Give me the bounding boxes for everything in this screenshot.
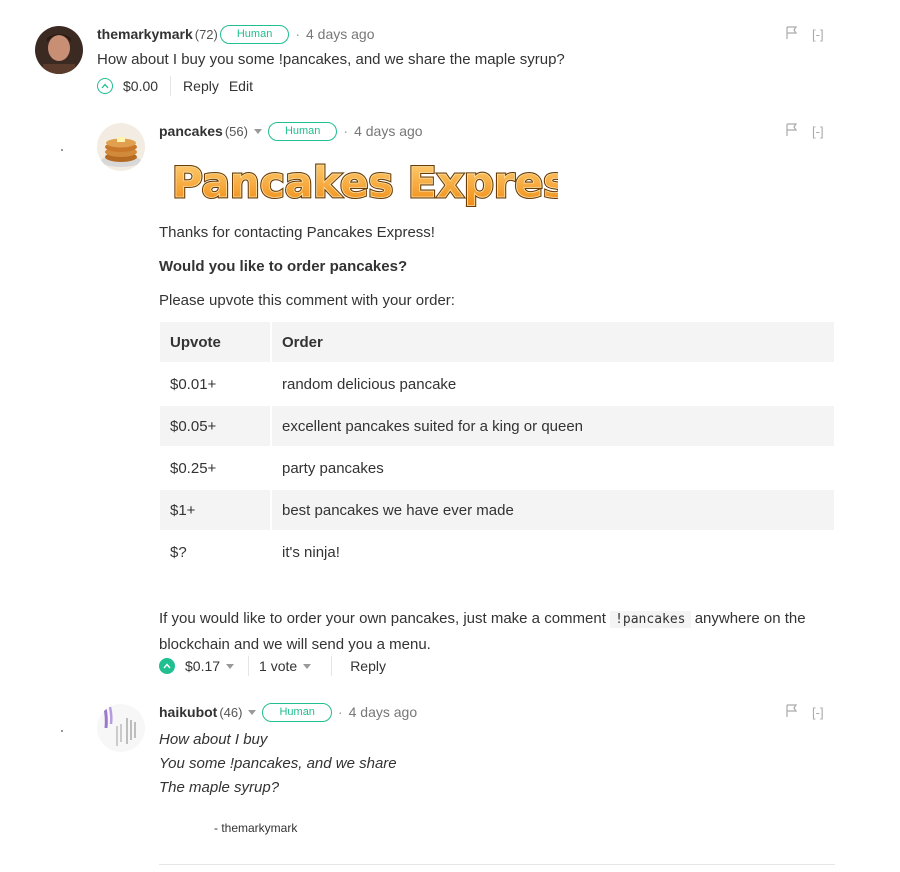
vote-count[interactable]: 1 vote — [259, 658, 297, 674]
chevron-up-icon — [163, 663, 171, 669]
author-name[interactable]: haikubot — [159, 704, 217, 720]
avatar[interactable] — [97, 123, 145, 171]
reputation: (56) — [224, 123, 248, 139]
timestamp[interactable]: 4 days ago — [354, 123, 423, 139]
question-text: Would you like to order pancakes? — [159, 258, 408, 275]
divider-line — [159, 864, 835, 865]
comment-meta: pancakes (56) Human · 4 days ago — [159, 121, 423, 141]
table-row: $1+ best pancakes we have ever made — [160, 490, 834, 530]
pancakes-express-banner: Pancakes Express Pancakes Express — [168, 153, 595, 211]
reputation: (72) — [194, 26, 218, 42]
haiku-line: You some !pancakes, and we share — [159, 755, 397, 772]
divider — [170, 76, 172, 96]
footer-text-end: anywhere on the — [694, 610, 806, 627]
comment-actions: $0.00 Reply Edit — [97, 75, 253, 97]
avatar[interactable] — [35, 26, 83, 74]
collapse-button[interactable]: [-] — [812, 27, 824, 42]
footer-text: If you would like to order your own panc… — [159, 606, 829, 657]
author-name[interactable]: themarkymark — [97, 26, 193, 42]
payout-value[interactable]: $0.00 — [123, 78, 158, 94]
table-cell: it's ninja! — [272, 532, 834, 572]
intro-text: Thanks for contacting Pancakes Express! — [159, 224, 435, 241]
reply-link[interactable]: Reply — [183, 78, 219, 94]
pancakes-command: !pancakes — [610, 611, 691, 628]
table-cell: excellent pancakes suited for a king or … — [272, 406, 834, 446]
comment-actions: $0.17 1 vote Reply — [159, 655, 386, 677]
table-row: $0.05+ excellent pancakes suited for a k… — [160, 406, 834, 446]
haiku-line: How about I buy — [159, 731, 268, 748]
prompt-text: Please upvote this comment with your ord… — [159, 292, 455, 309]
table-cell: $1+ — [160, 490, 270, 530]
comment-controls: [-] — [786, 704, 824, 721]
comment-controls: [-] — [786, 123, 824, 140]
chevron-down-icon[interactable] — [253, 128, 262, 134]
comment-meta: themarkymark (72) Human · 4 days ago — [97, 24, 375, 44]
table-cell: best pancakes we have ever made — [272, 490, 834, 530]
flag-icon[interactable] — [786, 704, 798, 721]
table-row: $? it's ninja! — [160, 532, 834, 572]
flag-icon[interactable] — [786, 123, 798, 140]
separator-dot: · — [343, 123, 349, 139]
comment-meta: haikubot (46) Human · 4 days ago — [159, 702, 417, 722]
timestamp[interactable]: 4 days ago — [306, 26, 375, 42]
collapse-button[interactable]: [-] — [812, 124, 824, 139]
table-cell: random delicious pancake — [272, 364, 834, 404]
upvote-button[interactable] — [97, 78, 113, 94]
divider — [331, 656, 333, 676]
flag-icon[interactable] — [786, 26, 798, 43]
chevron-down-icon[interactable] — [226, 663, 235, 669]
table-header: Upvote — [160, 322, 270, 362]
upvote-button[interactable] — [159, 658, 175, 674]
table-header: Order — [272, 322, 834, 362]
thread-dot — [61, 149, 63, 151]
chevron-down-icon[interactable] — [303, 663, 312, 669]
separator-dot: · — [337, 704, 343, 720]
human-badge: Human — [267, 121, 338, 141]
timestamp[interactable]: 4 days ago — [349, 704, 418, 720]
table-cell: $? — [160, 532, 270, 572]
table-cell: $0.25+ — [160, 448, 270, 488]
reputation: (46) — [219, 704, 243, 720]
table-header-row: Upvote Order — [160, 322, 834, 362]
haiku: How about I buy You some !pancakes, and … — [159, 728, 397, 800]
chevron-down-icon[interactable] — [248, 709, 257, 715]
human-badge: Human — [219, 24, 290, 44]
payout-value[interactable]: $0.17 — [185, 658, 220, 674]
reply-link[interactable]: Reply — [350, 658, 386, 674]
table-row: $0.25+ party pancakes — [160, 448, 834, 488]
haiku-signature: - themarkymark — [214, 821, 298, 835]
collapse-button[interactable]: [-] — [812, 705, 824, 720]
table-cell: $0.01+ — [160, 364, 270, 404]
haiku-line: The maple syrup? — [159, 779, 280, 796]
table-cell: party pancakes — [272, 448, 834, 488]
footer-text-line2: blockchain and we will send you a menu. — [159, 636, 431, 653]
divider — [248, 656, 250, 676]
separator-dot: · — [295, 26, 300, 42]
human-badge: Human — [262, 702, 332, 722]
comment-body: How about I buy you some !pancakes, and … — [97, 51, 565, 68]
chevron-up-icon — [101, 83, 109, 89]
edit-link[interactable]: Edit — [229, 78, 253, 94]
table-cell: $0.05+ — [160, 406, 270, 446]
order-table: Upvote Order $0.01+ random delicious pan… — [158, 320, 836, 574]
thread-dot — [61, 730, 63, 732]
author-name[interactable]: pancakes — [159, 123, 223, 139]
table-row: $0.01+ random delicious pancake — [160, 364, 834, 404]
footer-text-start: If you would like to order your own panc… — [159, 610, 606, 627]
avatar[interactable] — [97, 704, 145, 752]
comment-controls: [-] — [786, 26, 824, 43]
banner-text-fill: Pancakes Express — [172, 158, 558, 207]
